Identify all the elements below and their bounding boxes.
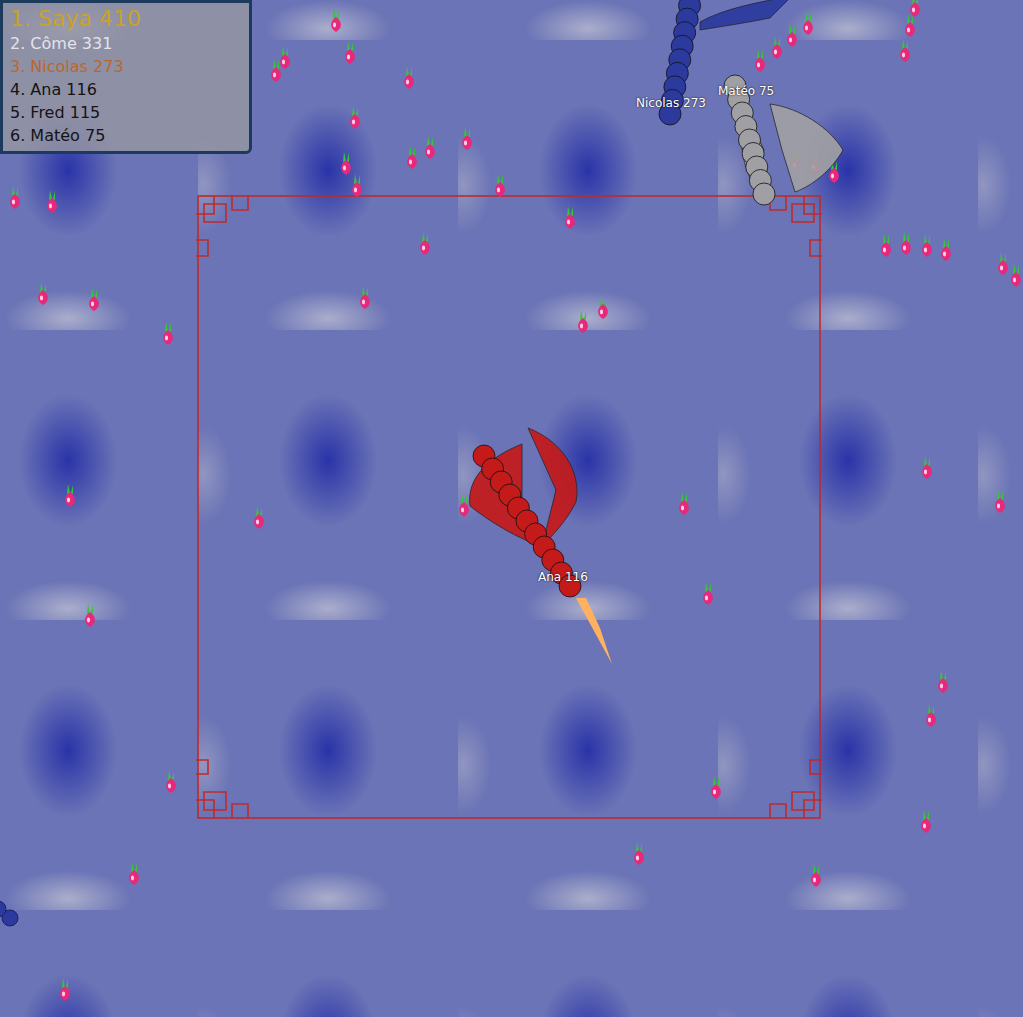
fruit-icon <box>941 238 951 261</box>
leaderboard-entry: 4. Ana 116 <box>10 78 241 101</box>
fruit-icon <box>598 296 608 319</box>
fruit-icon <box>163 322 173 345</box>
fruit-icon <box>331 9 341 32</box>
fruit-icon <box>89 288 99 311</box>
fruit-icon <box>420 232 430 255</box>
player-label: Nicolas 273 <box>636 96 706 110</box>
fruit-icon <box>881 234 891 257</box>
fruit-icon <box>922 234 932 257</box>
fruit-icon <box>462 127 472 150</box>
game-canvas[interactable]: Nicolas 273 Matéo 75 Ana 116 1. Saya 4102. … <box>0 0 1023 1017</box>
fruit-icon <box>900 39 910 62</box>
fruit-icon <box>65 484 75 507</box>
fruit-icon <box>404 66 414 89</box>
fruit-icon <box>905 14 915 37</box>
fruit-icon <box>578 310 588 333</box>
fruit-icon <box>565 206 575 229</box>
fruit-icon <box>938 670 948 693</box>
fruit-icon <box>921 810 931 833</box>
fruit-icon <box>47 190 57 213</box>
fruit-icon <box>85 604 95 627</box>
fruit-icon <box>166 770 176 793</box>
fruit-icon <box>703 582 713 605</box>
fruit-icon <box>679 492 689 515</box>
leaderboard-entry: 6. Matéo 75 <box>10 124 241 147</box>
fruit-icon <box>634 842 644 865</box>
leaderboard-entry: 5. Fred 115 <box>10 101 241 124</box>
player-label: Matéo 75 <box>718 84 774 98</box>
fruit-icon <box>901 232 911 255</box>
fruit-icon <box>459 494 469 517</box>
fruit-icon <box>407 146 417 169</box>
fruit-icon <box>910 0 920 17</box>
fruit-icon <box>254 506 264 529</box>
fruit-icon <box>352 174 362 197</box>
dragon-tail-icon <box>0 892 18 926</box>
fruit-icon <box>495 174 505 197</box>
fruit-icon <box>711 776 721 799</box>
player-label: Ana 116 <box>538 570 588 584</box>
dragon-icon <box>470 428 612 664</box>
leaderboard: 1. Saya 4102. Côme 3313. Nicolas 2734. A… <box>0 0 252 154</box>
arena-border <box>196 196 822 818</box>
fruit-icon <box>280 46 290 69</box>
fruit-icon <box>10 186 20 209</box>
leaderboard-entry: 1. Saya 410 <box>10 5 241 32</box>
fruit-icon <box>772 36 782 59</box>
fruit-icon <box>360 286 370 309</box>
fruit-icon <box>341 152 351 175</box>
fruit-icon <box>811 864 821 887</box>
fruit-icon <box>755 49 765 72</box>
fruit-icon <box>1011 264 1021 287</box>
fruit-icon <box>350 106 360 129</box>
fruit-icon <box>926 704 936 727</box>
leaderboard-entry: 3. Nicolas 273 <box>10 55 241 78</box>
fruit-icon <box>998 252 1008 275</box>
fruit-icon <box>271 59 281 82</box>
fruit-icon <box>787 24 797 47</box>
leaderboard-entry: 2. Côme 331 <box>10 32 241 55</box>
fruit-icon <box>425 136 435 159</box>
fruit-icon <box>38 282 48 305</box>
fruit-icon <box>345 41 355 64</box>
fruit-icon <box>803 12 813 35</box>
fruit-icon <box>60 978 70 1001</box>
fruit-icon <box>995 490 1005 513</box>
fruit-icon <box>129 862 139 885</box>
fruit-icon <box>922 456 932 479</box>
